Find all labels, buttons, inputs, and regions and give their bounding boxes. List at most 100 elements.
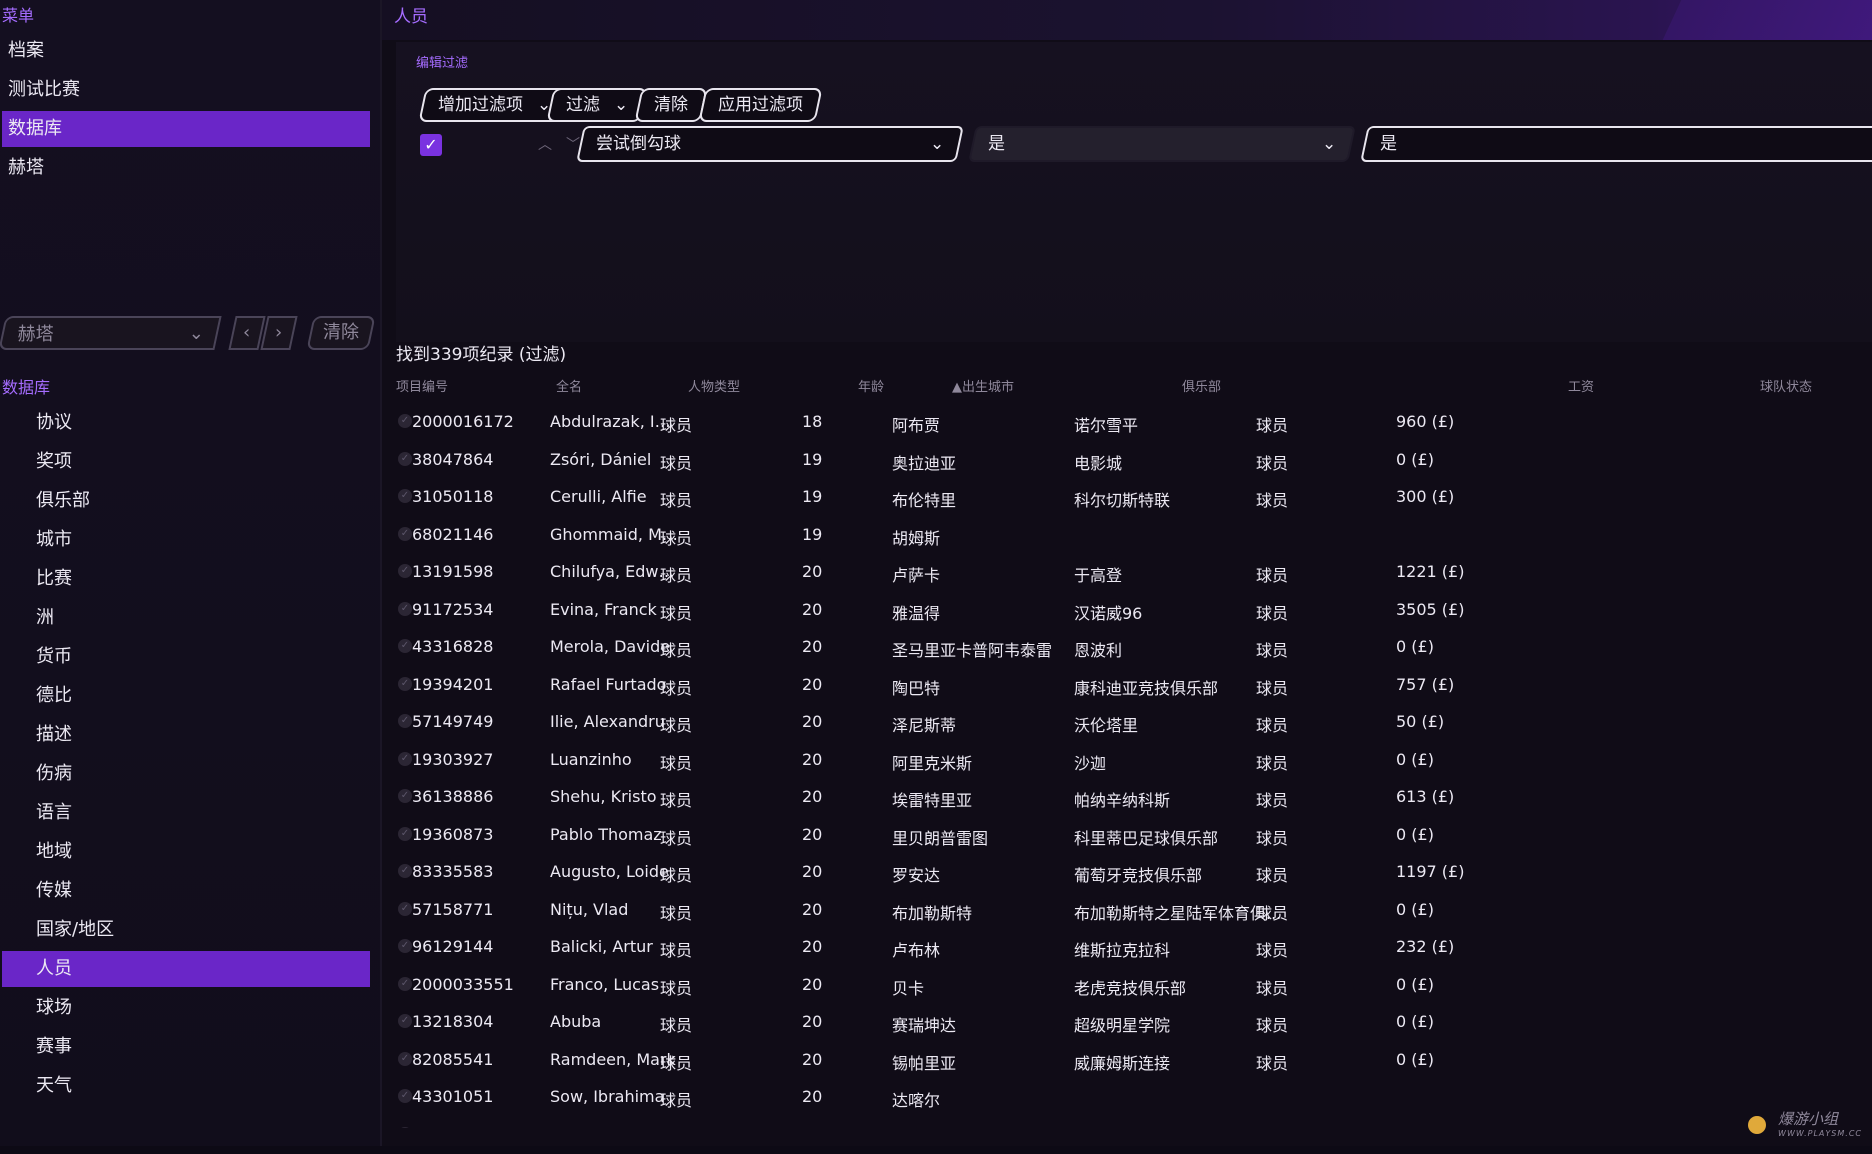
database-item[interactable]: 国家/地区 [2,912,370,948]
table-row[interactable]: ✓68021146Ghommaid, Mu...球员19胡姆斯 [396,517,1872,555]
menu-item-database[interactable]: 数据库 [2,111,370,147]
database-item[interactable]: 赛事 [2,1029,370,1065]
row-check-icon[interactable]: ✓ [398,452,412,466]
table-row[interactable]: ✓38047864Zsóri, Dániel球员19奥拉迪亚电影城球员0 (£) [396,442,1872,480]
table-row[interactable]: ✓19303927Luanzinho球员20阿里克米斯沙迦球员0 (£) [396,742,1872,780]
table-row[interactable]: ✓57158771Nițu, Vlad球员20布加勒斯特布加勒斯特之星陆军体育俱… [396,892,1872,930]
menu-item-hertha[interactable]: 赫塔 [2,150,370,186]
row-check-icon[interactable]: ✓ [398,1089,412,1103]
cell-id: 91172534 [412,600,493,619]
database-item[interactable]: 比赛 [2,561,370,597]
criteria-field-select[interactable]: 尝试倒勾球 ⌄ [576,126,964,162]
cell-id: 57158771 [412,900,493,919]
cell-role: 球员 [1256,712,1288,736]
clear-filter-button[interactable]: 清除 [634,88,707,122]
database-item[interactable]: 洲 [2,600,370,636]
table-row[interactable]: ✓19394201Rafael Furtado球员20陶巴特康科迪亚竞技俱乐部球… [396,667,1872,705]
table-row[interactable]: ✓19360873Pablo Thomaz球员20里贝朗普雷图科里蒂巴足球俱乐部… [396,817,1872,855]
column-header-birth-city[interactable]: ▲出生城市 [952,376,1014,395]
database-item[interactable]: 描述 [2,717,370,753]
cell-wage: 1197 (£) [1396,862,1464,881]
criteria-checkbox[interactable]: ✓ [420,134,442,156]
table-row[interactable]: ✓96129144Balicki, Artur球员20卢布林维斯拉克拉科球员23… [396,929,1872,967]
cell-birth-city: 里贝朗普雷图 [892,825,988,849]
row-check-icon[interactable]: ✓ [398,902,412,916]
cell-role: 球员 [1256,600,1288,624]
apply-filter-button[interactable]: 应用过滤项 [698,88,822,122]
column-header-age[interactable]: 年龄 [858,376,884,395]
database-item[interactable]: 伤病 [2,756,370,792]
database-item[interactable]: 城市 [2,522,370,558]
row-check-icon[interactable]: ✓ [398,1052,412,1066]
database-item[interactable]: 天气 [2,1068,370,1104]
table-bottom-edge [396,1128,1872,1146]
table-row[interactable]: ✓31050118Cerulli, Alfie球员19布伦特里科尔切斯特联球员3… [396,479,1872,517]
column-header-type[interactable]: 人物类型 [688,376,740,395]
database-label: 数据库 [2,374,50,398]
cell-type: 球员 [660,637,692,661]
column-header-squad-status[interactable]: 球队状态 [1760,376,1812,395]
cell-age: 20 [802,937,822,956]
row-check-icon[interactable]: ✓ [398,789,412,803]
row-check-icon[interactable]: ✓ [398,564,412,578]
menu-item-test-match[interactable]: 测试比赛 [2,72,370,108]
column-header-club[interactable]: 俱乐部 [1182,376,1221,395]
row-check-icon[interactable]: ✓ [398,1014,412,1028]
watermark-logo-icon [1748,1116,1766,1134]
row-check-icon[interactable]: ✓ [398,677,412,691]
cell-type: 球员 [660,525,692,549]
column-header-wage[interactable]: 工资 [1568,376,1594,395]
table-row[interactable]: ✓36138886Shehu, Kristo球员20埃雷特里亚帕纳辛纳科斯球员6… [396,779,1872,817]
row-check-icon[interactable]: ✓ [398,602,412,616]
row-check-icon[interactable]: ✓ [398,864,412,878]
table-row[interactable]: ✓43316828Merola, Davide球员20圣马里亚卡普阿韦泰雷恩波利… [396,629,1872,667]
cell-id: 82085541 [412,1050,493,1069]
column-header-id[interactable]: 项目编号 [396,376,448,395]
back-button[interactable]: ‹ [228,316,265,350]
cell-age: 20 [802,787,822,806]
database-item[interactable]: 语言 [2,795,370,831]
table-row[interactable]: ✓91172534Evina, Franck球员20雅温得汉诺威96球员3505… [396,592,1872,630]
row-check-icon[interactable]: ✓ [398,977,412,991]
cell-id: 13191598 [412,562,493,581]
forward-button[interactable]: › [260,316,297,350]
row-check-icon[interactable]: ✓ [398,752,412,766]
cell-type: 球员 [660,1050,692,1074]
database-item[interactable]: 地域 [2,834,370,870]
database-item[interactable]: 球场 [2,990,370,1026]
column-header-name[interactable]: 全名 [556,376,582,395]
table-row[interactable]: ✓57149749Ilie, Alexandru球员20泽尼斯蒂沃伦塔里球员50… [396,704,1872,742]
table-row[interactable]: ✓2000016172Abdulrazak, Ish...球员18阿布贾诺尔雪平… [396,404,1872,442]
database-item[interactable]: 传媒 [2,873,370,909]
cell-wage: 757 (£) [1396,675,1454,694]
filter-dropdown-button[interactable]: 过滤⌄ [546,88,647,122]
table-row[interactable]: ✓13191598Chilufya, Edward球员20卢萨卡于高登球员122… [396,554,1872,592]
row-check-icon[interactable]: ✓ [398,939,412,953]
table-row[interactable]: ✓82085541Ramdeen, Mark球员20锡帕里亚威廉姆斯连接球员0 … [396,1042,1872,1080]
row-check-icon[interactable]: ✓ [398,489,412,503]
row-check-icon[interactable]: ✓ [398,414,412,428]
move-up-icon[interactable]: ︿ [538,134,552,154]
database-item[interactable]: 俱乐部 [2,483,370,519]
table-row[interactable]: ✓13218304Abuba球员20赛瑞坤达超级明星学院球员0 (£) [396,1004,1872,1042]
cell-type: 球员 [660,900,692,924]
table-row[interactable]: ✓43301051Sow, Ibrahima球员20达喀尔 [396,1079,1872,1117]
database-item[interactable]: 奖项 [2,444,370,480]
database-item[interactable]: 协议 [2,405,370,441]
row-check-icon[interactable]: ✓ [398,714,412,728]
criteria-operator-select[interactable]: 是 ⌄ [968,126,1356,162]
row-check-icon[interactable]: ✓ [398,827,412,841]
table-row[interactable]: ✓83335583Augusto, Loide球员20罗安达葡萄牙竞技俱乐部球员… [396,854,1872,892]
database-item[interactable]: 货币 [2,639,370,675]
database-item[interactable]: 人员 [2,951,370,987]
cell-age: 20 [802,900,822,919]
sidebar-clear-button[interactable]: 清除 [306,316,375,350]
menu-item-profile[interactable]: 档案 [2,33,370,69]
row-check-icon[interactable]: ✓ [398,527,412,541]
cell-role: 球员 [1256,562,1288,586]
criteria-value-select[interactable]: 是 [1360,126,1872,162]
club-select[interactable]: 赫塔 ⌄ [0,316,222,350]
table-row[interactable]: ✓2000033551Franco, Lucas球员20贝卡老虎竞技俱乐部球员0… [396,967,1872,1005]
database-item[interactable]: 德比 [2,678,370,714]
row-check-icon[interactable]: ✓ [398,639,412,653]
